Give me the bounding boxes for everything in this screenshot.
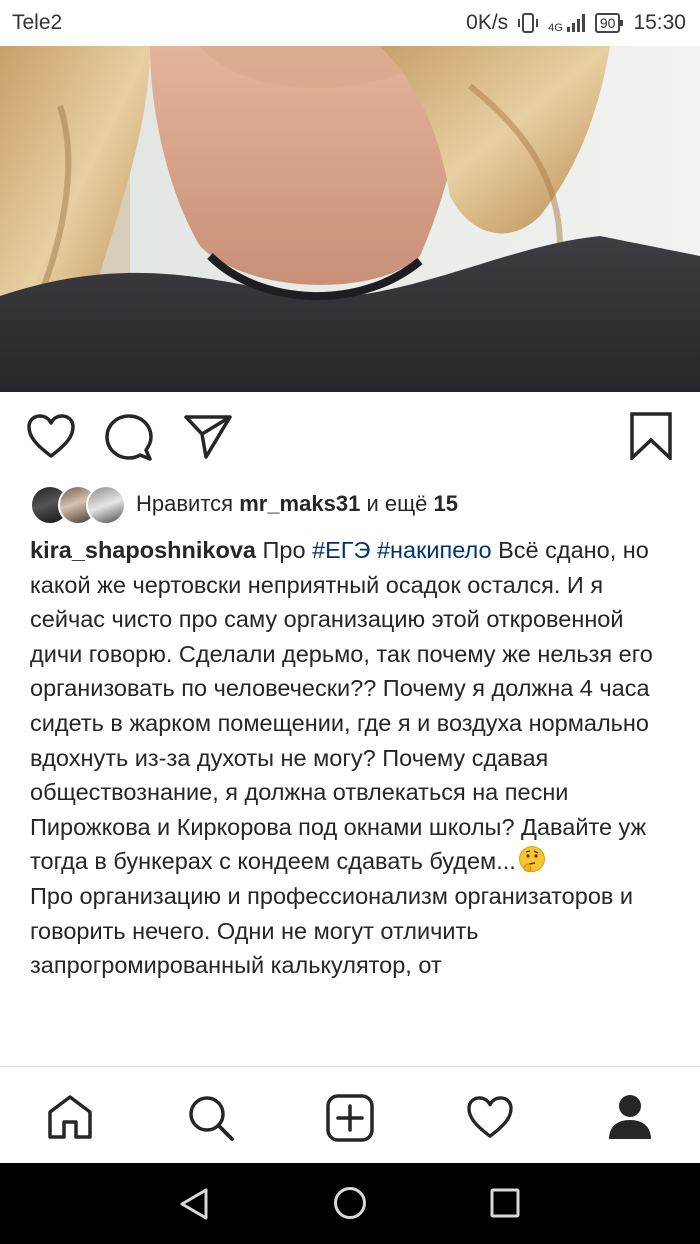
recents-icon[interactable] <box>490 1188 520 1223</box>
status-indicators: 0K/s 4G 90 15:30 <box>466 11 686 35</box>
signal-icon <box>566 14 585 32</box>
battery-icon: 90 <box>594 13 623 33</box>
back-icon[interactable] <box>178 1187 210 1226</box>
caption-text-1: Всё сдано, но какой же чертовски неприят… <box>30 537 653 875</box>
search-icon[interactable] <box>187 1094 235 1147</box>
likes-count[interactable]: 15 <box>434 491 458 516</box>
status-bar: Tele2 0K/s 4G 90 15:30 <box>0 0 700 46</box>
activity-heart-icon[interactable] <box>466 1096 514 1145</box>
hashtag-nakipelo[interactable]: #накипело <box>377 537 492 563</box>
post-photo-image <box>0 46 700 392</box>
send-icon[interactable] <box>184 414 232 465</box>
hashtag-ege[interactable]: #ЕГЭ <box>312 537 370 563</box>
caption-intro: Про <box>262 537 306 563</box>
caption-paragraph-2: Про организацию и профессионализм органи… <box>30 882 634 979</box>
thinking-face-emoji <box>518 846 545 873</box>
add-post-icon[interactable] <box>326 1094 374 1147</box>
post-caption: kira_shaposhnikova Про #ЕГЭ #накипело Вс… <box>30 533 680 1065</box>
home-icon[interactable] <box>47 1094 93 1145</box>
liker-username[interactable]: mr_maks31 <box>239 491 360 516</box>
bottom-nav <box>0 1066 700 1164</box>
bookmark-icon[interactable] <box>630 412 672 465</box>
vibrate-icon <box>518 13 539 33</box>
home-circle-icon[interactable] <box>333 1186 367 1225</box>
liker-avatars <box>30 485 126 525</box>
network-speed: 0K/s <box>466 11 509 34</box>
network-type-label: 4G <box>548 22 563 34</box>
caption-paragraph-1: kira_shaposhnikova Про #ЕГЭ #накипело Вс… <box>30 533 680 879</box>
likes-row[interactable]: Нравится mr_maks31 и ещё 15 <box>30 484 458 525</box>
likes-prefix: Нравится <box>136 491 234 516</box>
heart-icon[interactable] <box>27 414 75 465</box>
likes-middle: и ещё <box>366 491 428 516</box>
post-action-bar <box>0 392 700 482</box>
carrier-label: Tele2 <box>12 11 63 34</box>
avatar <box>86 485 126 525</box>
likes-summary[interactable]: Нравится mr_maks31 и ещё 15 <box>136 491 458 517</box>
comment-icon[interactable] <box>105 414 153 467</box>
caption-username[interactable]: kira_shaposhnikova <box>30 537 256 563</box>
system-nav-bar <box>0 1163 700 1244</box>
profile-icon[interactable] <box>606 1093 654 1146</box>
post-photo[interactable] <box>0 46 700 392</box>
clock: 15:30 <box>633 11 686 34</box>
